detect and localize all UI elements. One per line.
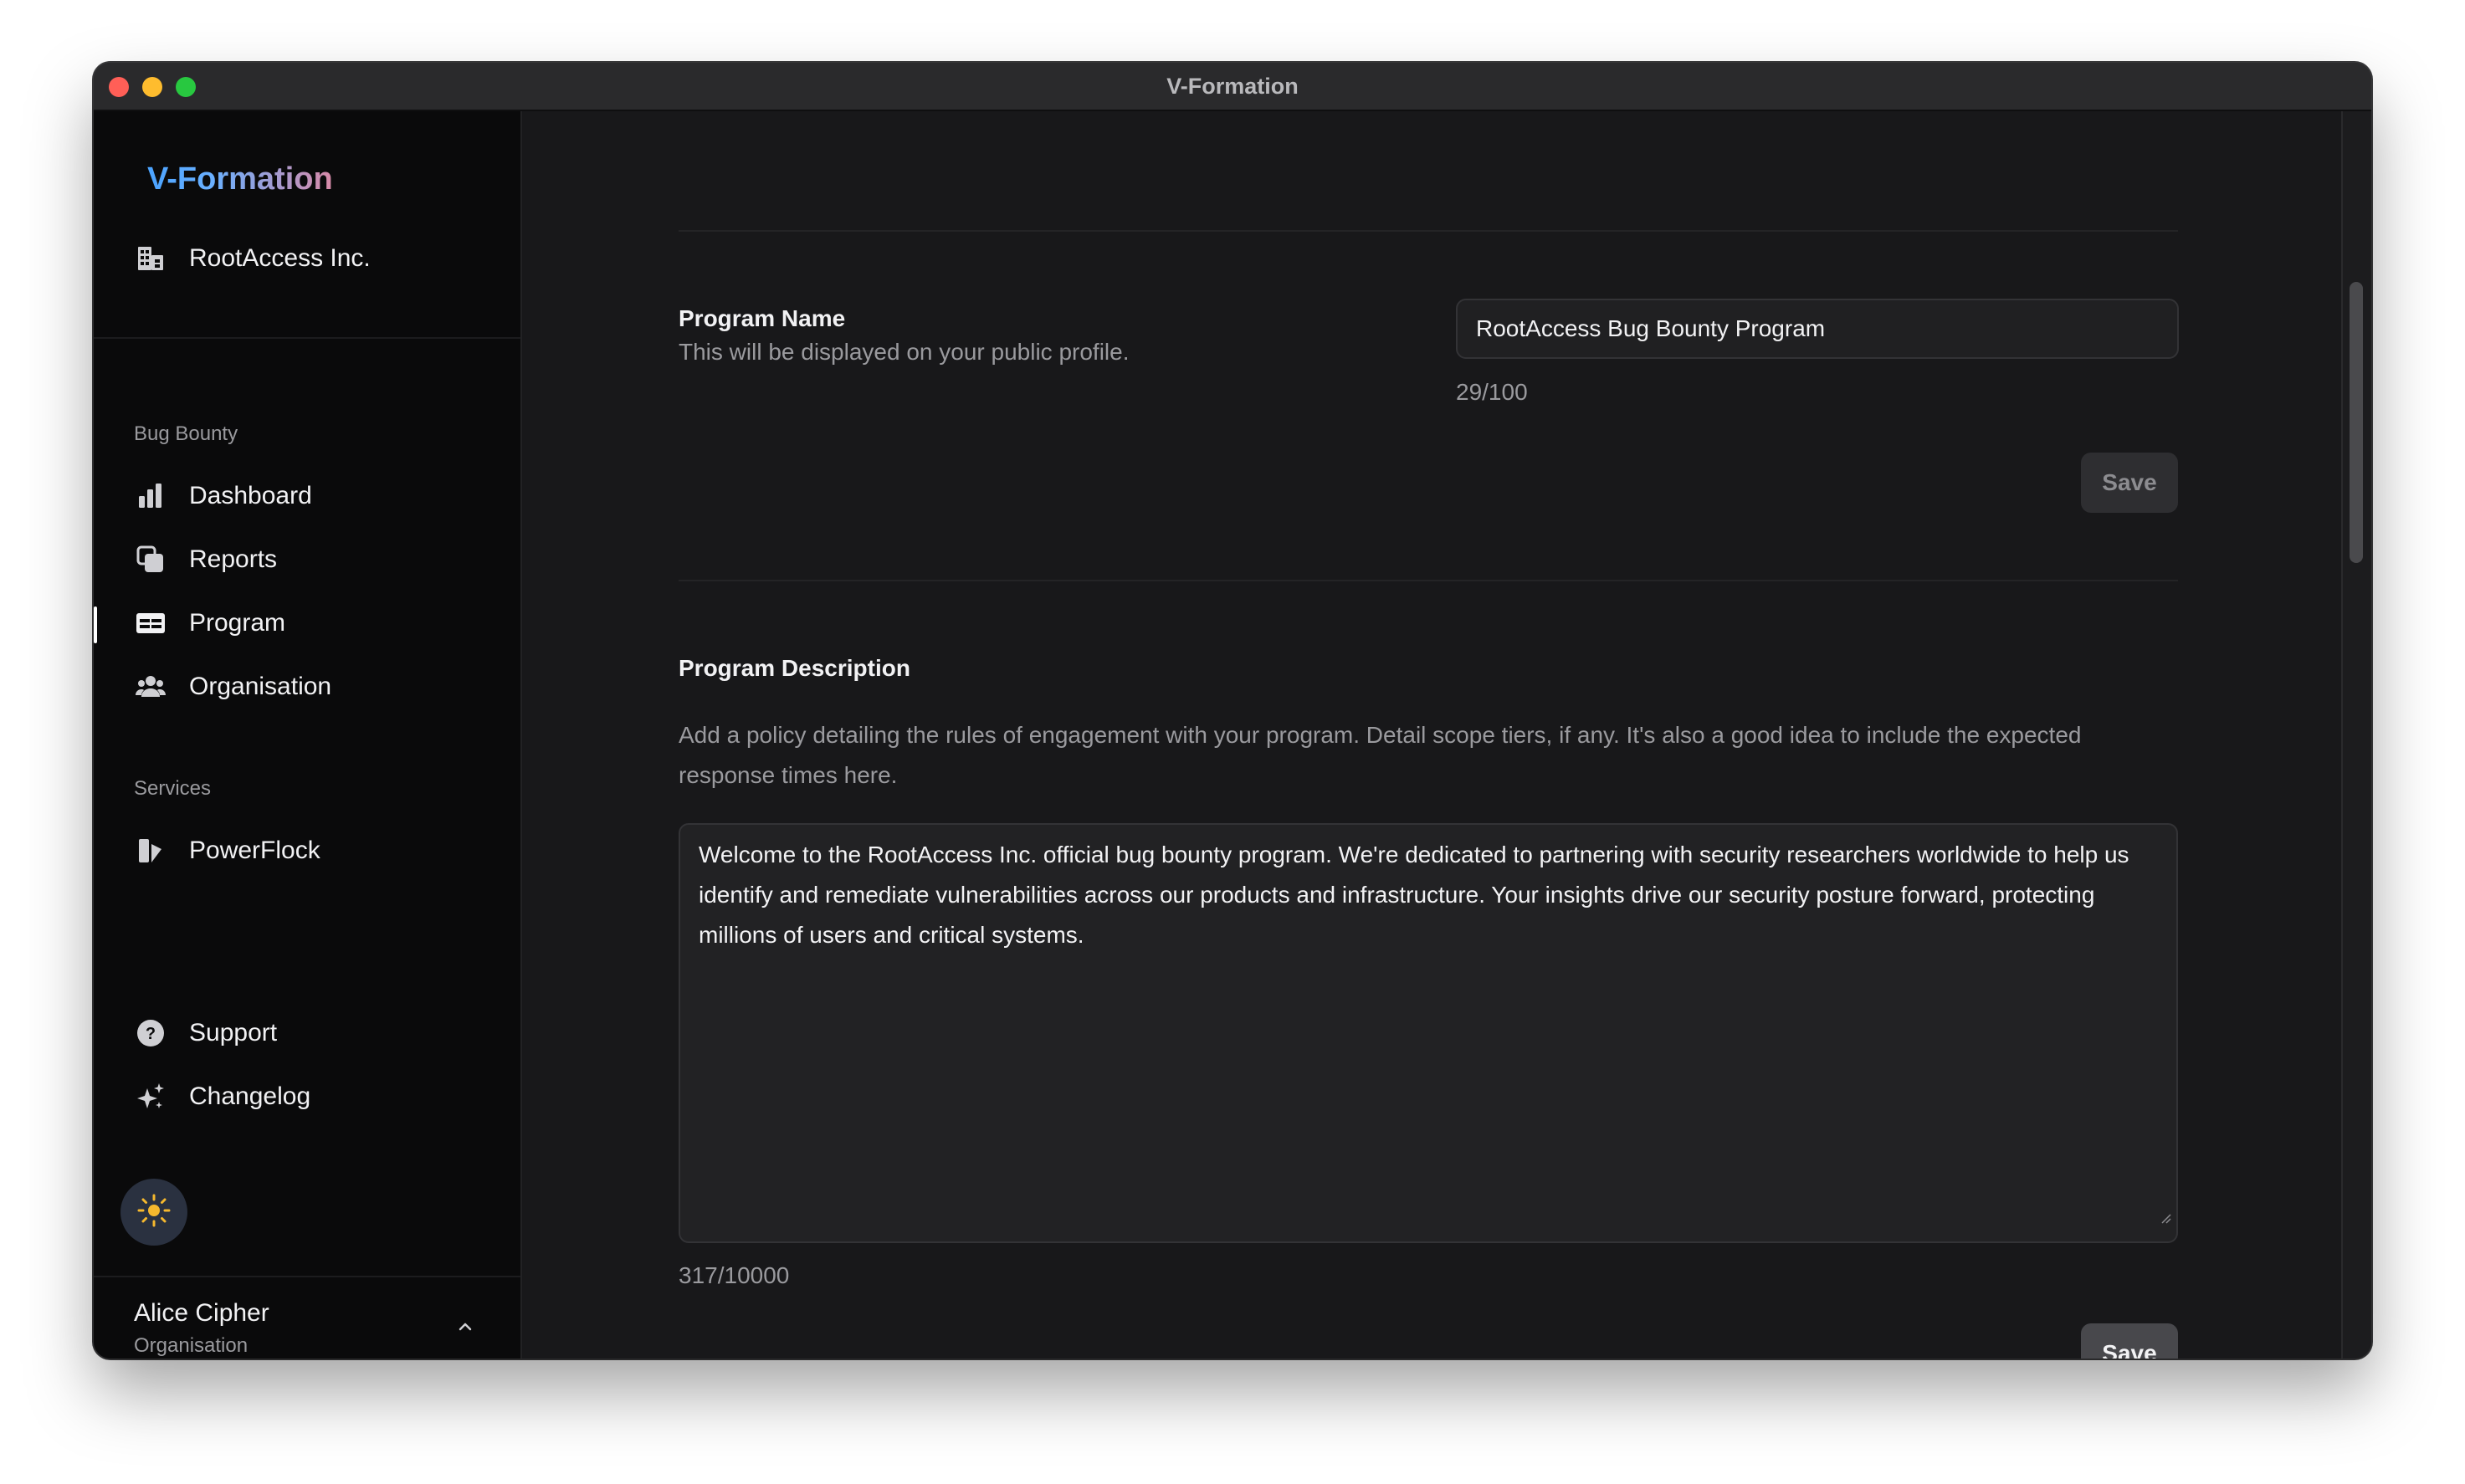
sidebar-divider <box>94 1276 520 1277</box>
sidebar-item-label: Support <box>189 1019 278 1046</box>
users-icon <box>136 672 166 702</box>
bar-chart-icon <box>136 481 166 511</box>
section-label-services: Services <box>134 777 212 800</box>
help-circle-icon: ? <box>136 1018 166 1048</box>
sidebar-item-dashboard[interactable]: Dashboard <box>136 473 487 519</box>
program-name-input[interactable]: RootAccess Bug Bounty Program <box>1456 299 2179 359</box>
brand-logo[interactable]: V-Formation <box>147 161 333 197</box>
sidebar-item-label: Program <box>189 609 286 637</box>
sidebar-item-label: PowerFlock <box>189 837 320 864</box>
title-bar: V-Formation <box>94 63 2371 111</box>
sidebar-item-powerflock[interactable]: PowerFlock <box>136 827 487 874</box>
program-description-save-button[interactable]: Save <box>2081 1323 2178 1359</box>
sidebar-item-support[interactable]: ? Support <box>136 1010 487 1057</box>
app-window: V-Formation V-Formation RootAccess Inc. … <box>94 63 2371 1359</box>
scrollbar[interactable] <box>2341 111 2371 1359</box>
copy-icon <box>136 545 166 575</box>
user-menu[interactable]: Alice Cipher Organisation <box>134 1299 269 1358</box>
sidebar-item-organisation[interactable]: Organisation <box>136 663 487 710</box>
program-name-save-button[interactable]: Save <box>2081 453 2178 513</box>
program-name-title: Program Name <box>679 305 846 331</box>
main-content: Program Name This will be displayed on y… <box>522 111 2371 1359</box>
program-description-help: Add a policy detailing the rules of enga… <box>679 722 2082 788</box>
sidebar: V-Formation RootAccess Inc. Bug Bounty D… <box>94 111 522 1359</box>
sun-icon <box>136 1192 172 1233</box>
org-switcher[interactable]: RootAccess Inc. <box>136 240 371 277</box>
sidebar-divider <box>94 337 520 339</box>
card-icon <box>136 608 166 638</box>
user-name: Alice Cipher <box>134 1299 269 1327</box>
scrollbar-thumb[interactable] <box>2350 282 2363 563</box>
svg-text:?: ? <box>146 1025 156 1043</box>
sidebar-item-label: Reports <box>189 545 278 573</box>
program-description-textarea[interactable]: Welcome to the RootAccess Inc. official … <box>679 823 2178 1243</box>
program-description-counter: 317/10000 <box>679 1262 790 1288</box>
user-role: Organisation <box>134 1334 249 1357</box>
sidebar-item-label: Organisation <box>189 673 332 700</box>
section-divider <box>679 230 2178 232</box>
sparkles-icon <box>136 1082 166 1112</box>
chevron-up-icon[interactable] <box>457 1321 474 1337</box>
section-divider <box>679 580 2178 581</box>
program-description-title: Program Description <box>679 655 910 681</box>
sidebar-item-label: Changelog <box>189 1082 311 1110</box>
window-title: V-Formation <box>1166 74 1299 99</box>
program-description-text: Welcome to the RootAccess Inc. official … <box>699 842 2129 948</box>
sidebar-item-changelog[interactable]: Changelog <box>136 1073 487 1120</box>
program-name-help: This will be displayed on your public pr… <box>679 339 1130 365</box>
sidebar-item-label: Dashboard <box>189 482 312 509</box>
sidebar-item-reports[interactable]: Reports <box>136 536 487 583</box>
powerflock-icon <box>136 836 166 866</box>
theme-toggle-button[interactable] <box>120 1179 187 1246</box>
section-label-bug-bounty: Bug Bounty <box>134 422 238 445</box>
program-name-counter: 29/100 <box>1456 379 1528 405</box>
sidebar-item-program[interactable]: Program <box>136 600 487 647</box>
org-name: RootAccess Inc. <box>189 244 371 272</box>
active-indicator <box>94 606 97 643</box>
building-icon <box>136 243 166 274</box>
resize-handle-icon[interactable] <box>2160 1196 2171 1236</box>
